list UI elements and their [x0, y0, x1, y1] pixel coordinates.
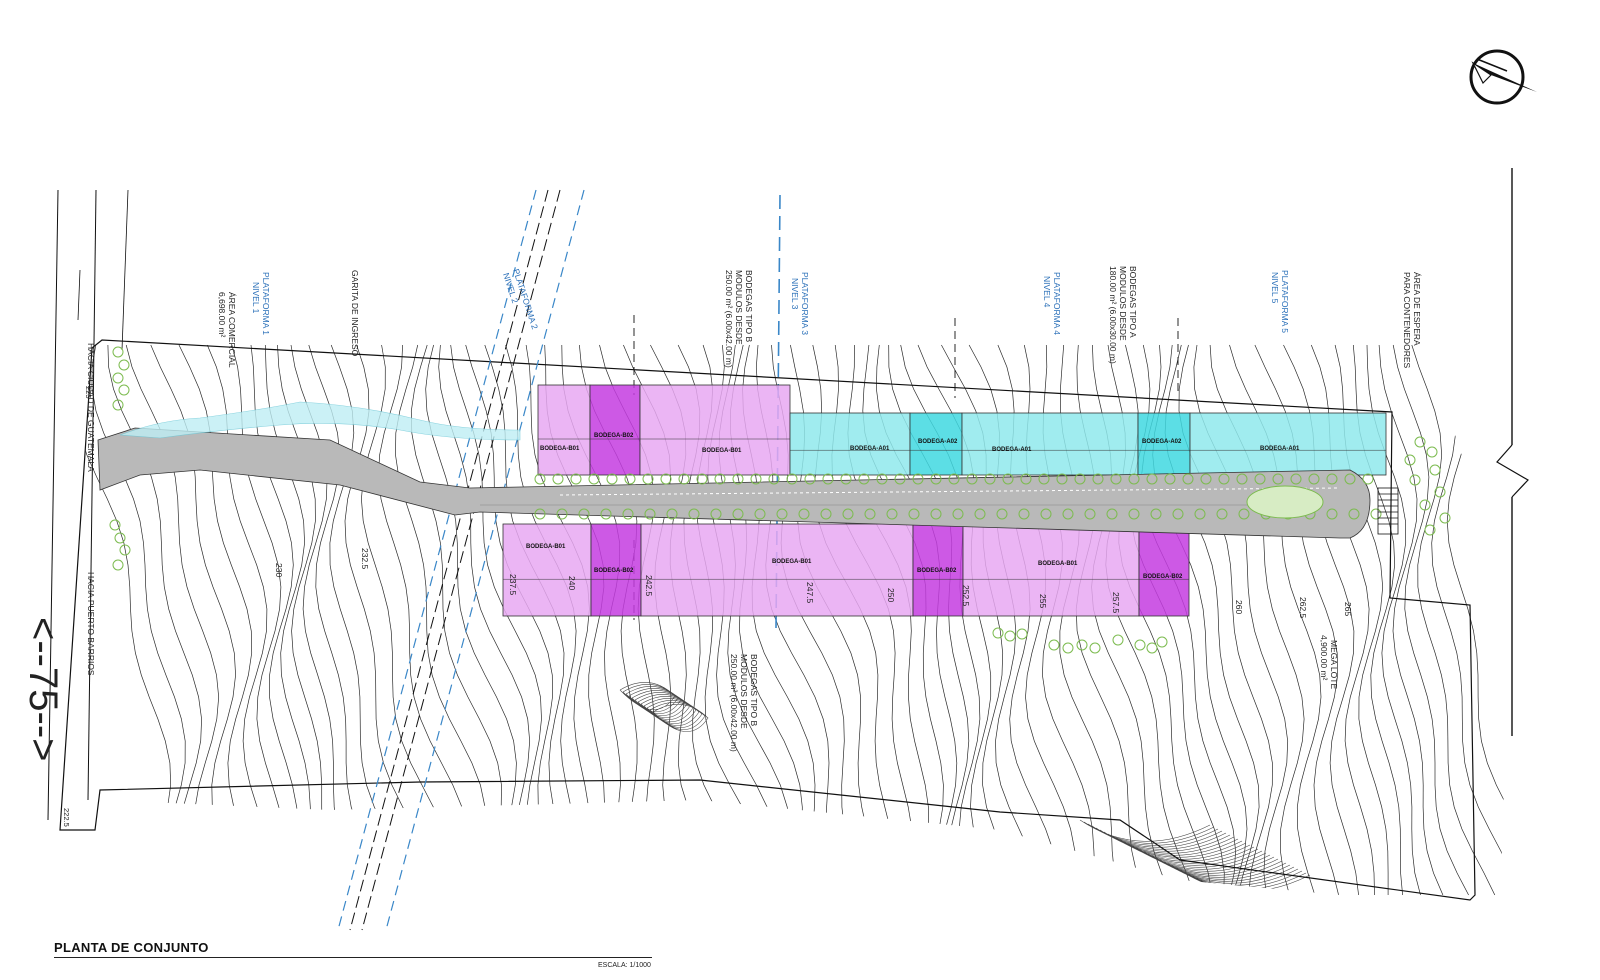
warehouse-block: [589, 384, 641, 476]
water-area: [119, 401, 521, 441]
note-bodegas-b-south: BODEGAS TIPO B: [749, 654, 759, 726]
road-edge-3: [121, 189, 129, 351]
break-symbol: [1496, 444, 1529, 498]
platform-4-level: NIVEL 4: [1042, 276, 1052, 308]
elevation-255: 255: [1038, 594, 1048, 608]
platform-5-name: PLATAFORMA 5: [1280, 270, 1290, 333]
note-bodegas-b-south-size: 250.00 m² (6.00x42.00 m): [729, 654, 739, 752]
elevation-225: 225: [84, 386, 93, 399]
warehouse-block: [1138, 523, 1190, 617]
elevation-237-5: 237.5: [508, 574, 518, 596]
label-to-guatemala: HACIA CIUDAD DE GUATEMALA: [86, 343, 96, 472]
drawing-scale: ESCALA: 1/1000: [598, 962, 651, 969]
elevation-232-5: 232.5: [360, 548, 370, 570]
note-bodegas-a: BODEGAS TIPO A: [1128, 266, 1138, 338]
platform-5-level: NIVEL 5: [1270, 272, 1280, 304]
warehouse-label: BODEGA-A02: [918, 439, 958, 445]
warehouse-label: BODEGA-B01: [540, 446, 580, 452]
elevation-247-5: 247.5: [805, 582, 815, 604]
note-area-espera-2: PARA CONTENEDORES: [1402, 272, 1412, 369]
warehouse-label: BODEGA-B02: [1143, 574, 1183, 580]
elevation-222-5: 222.5: [62, 808, 71, 827]
warehouse-label: BODEGA-B01: [526, 544, 566, 550]
note-area-comercial-size: 6,698.00 m²: [217, 292, 227, 338]
note-bodegas-a-modulos: MODULOS DESDE: [1118, 266, 1128, 341]
platform-4-name: PLATAFORMA 4: [1052, 272, 1062, 335]
elevation-240: 240: [567, 576, 577, 590]
note-bodegas-b-south-modulos: MODULOS DESDE: [739, 654, 749, 729]
note-bodegas-b-size: 250.00 m² (6.00x42.00 m): [724, 270, 734, 368]
note-bodegas-b-modulos: MODULOS DESDE: [734, 270, 744, 345]
road-marker-label: <--75-->: [21, 617, 65, 762]
warehouse-label: BODEGA-B01: [772, 559, 812, 565]
warehouse-block: [639, 384, 791, 476]
north-arrow-icon: [1469, 49, 1537, 105]
warehouse-block: [640, 523, 914, 617]
warehouse-label: BODEGA-A02: [1142, 439, 1182, 445]
elevation-257-5: 257.5: [1111, 592, 1121, 614]
green-island: [1246, 485, 1324, 519]
note-area-espera: ÁREA DE ESPERA: [1412, 272, 1422, 346]
warehouse-label: BODEGA-A01: [850, 446, 890, 452]
title-underline: [54, 957, 652, 958]
label-to-puerto-barrios: HACIA PUERTO BARRIOS: [86, 572, 96, 676]
elevation-230: 230: [274, 563, 284, 577]
elevation-252-5: 252.5: [961, 585, 971, 607]
note-area-comercial: ÁREA COMERCIAL: [227, 292, 237, 368]
platform-3-level: NIVEL 3: [790, 278, 800, 310]
note-mega-lote-size: 4,900.00 m²: [1319, 635, 1329, 681]
drawing-title: PLANTA DE CONJUNTO: [54, 940, 209, 955]
platform-3-name: PLATAFORMA 3: [800, 272, 810, 335]
parking-stripes: [1377, 487, 1399, 535]
note-mega-lote: MEGA LOTE: [1329, 640, 1339, 689]
elevation-242-5: 242.5: [644, 575, 654, 597]
note-bodegas-a-size: 180.00 m² (6.00x30.00 m): [1108, 266, 1118, 364]
road-edge-2: [87, 189, 97, 801]
warehouse-block: [1189, 412, 1387, 476]
warehouse-label: BODEGA-B01: [702, 448, 742, 454]
warehouse-label: BODEGA-B02: [917, 568, 957, 574]
road-center-mark: [77, 269, 81, 321]
elevation-262-5: 262.5: [1298, 597, 1308, 619]
elevation-260: 260: [1234, 600, 1244, 614]
warehouse-block: [961, 412, 1139, 476]
warehouse-block: [537, 384, 591, 476]
note-garita: GARITA DE INGRESO: [350, 270, 360, 357]
warehouse-label: BODEGA-B02: [594, 568, 634, 574]
warehouse-label: BODEGA-B02: [594, 433, 634, 439]
platform-1-name: PLATAFORMA 1: [261, 272, 271, 335]
platform-1-level: NIVEL 1: [251, 282, 261, 314]
note-bodegas-b: BODEGAS TIPO B: [744, 270, 754, 342]
warehouse-block: [789, 412, 911, 476]
elevation-250: 250: [886, 588, 896, 602]
warehouse-label: BODEGA-A01: [1260, 446, 1300, 452]
warehouse-block: [502, 523, 592, 617]
site-plan: BODEGA-B01 BODEGA-B02 BODEGA-B01 BODEGA-A01…: [21, 49, 1537, 931]
warehouse-label: BODEGA-B01: [1038, 561, 1078, 567]
warehouse-label: BODEGA-A01: [992, 447, 1032, 453]
elevation-265: 265: [1343, 602, 1353, 616]
